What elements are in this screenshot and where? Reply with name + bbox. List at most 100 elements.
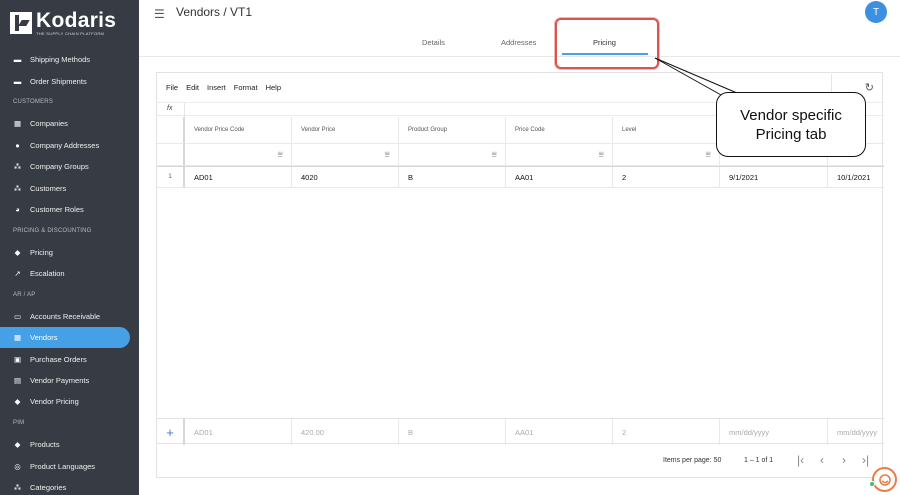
- previous-page-icon[interactable]: ‹: [820, 453, 824, 467]
- sidebar-item-label: Purchase Orders: [30, 354, 87, 364]
- sidebar-item-shipping-methods[interactable]: ▬ Shipping Methods: [0, 49, 139, 70]
- filter-cell[interactable]: ⩸: [613, 144, 720, 166]
- menu-format[interactable]: Format: [234, 83, 258, 92]
- sheet-menubar: File Edit Insert Format Help: [166, 83, 281, 92]
- sidebar-item-vendors[interactable]: ▦ Vendors: [0, 327, 130, 349]
- page-title: Vendors / VT1: [176, 5, 253, 19]
- sidebar-item-customers[interactable]: ⁂ Customers: [0, 177, 139, 198]
- new-row-cell[interactable]: B: [399, 419, 506, 445]
- sidebar-item-vendor-payments[interactable]: ▤ Vendor Payments: [0, 370, 139, 391]
- formula-bar-divider: [184, 103, 185, 117]
- last-page-icon[interactable]: ›|: [862, 453, 869, 467]
- data-cell[interactable]: AD01: [185, 167, 292, 188]
- data-cell[interactable]: 9/1/2021: [720, 167, 828, 188]
- sidebar-nav: ▬ Shipping Methods ▬ Order Shipments CUSTOME…: [0, 49, 139, 495]
- new-row-cell[interactable]: 2: [613, 419, 720, 445]
- sidebar-item-label: Categories: [30, 483, 67, 492]
- data-cell[interactable]: B: [399, 167, 506, 188]
- sidebar-section-label: PRICING & DISCOUNTING: [13, 227, 92, 234]
- table-row[interactable]: 1 AD01 4020 B AA01 2 9/1/2021 10/1/2021: [157, 166, 884, 188]
- data-cell[interactable]: 10/1/2021: [828, 167, 884, 188]
- sidebar-item-product-languages[interactable]: ◎ Product Languages: [0, 455, 139, 476]
- location-pin-icon: ●: [15, 140, 20, 150]
- truck-icon: ▬: [13, 55, 22, 65]
- tag-icon: ◆: [14, 440, 21, 450]
- menu-help[interactable]: Help: [266, 83, 281, 92]
- sidebar-item-company-addresses[interactable]: ● Company Addresses: [0, 135, 139, 156]
- sidebar-item-label: Vendor Pricing: [30, 397, 79, 407]
- filter-icon[interactable]: ⩸: [599, 149, 604, 160]
- filter-cell[interactable]: ⩸: [185, 144, 292, 166]
- sidebar-item-label: Vendors: [30, 333, 58, 343]
- add-row-icon[interactable]: +: [157, 419, 185, 445]
- page-range: 1 – 1 of 1: [744, 457, 774, 464]
- corner-cell: [157, 117, 185, 144]
- new-row-cell[interactable]: AD01: [185, 419, 292, 445]
- column-header[interactable]: Product Group: [399, 117, 506, 144]
- tag-icon: ◆: [14, 247, 21, 257]
- tab-details[interactable]: Details: [422, 38, 445, 47]
- filter-cell[interactable]: ⩸: [506, 144, 613, 166]
- filter-cell[interactable]: ⩸: [399, 144, 506, 166]
- sidebar-item-pricing[interactable]: ◆ Pricing: [0, 242, 139, 263]
- filter-icon[interactable]: ⩸: [706, 149, 711, 160]
- sidebar-item-label: Product Languages: [30, 461, 96, 471]
- sidebar-item-label: Customer Roles: [30, 204, 84, 214]
- data-cell[interactable]: 2: [613, 167, 720, 188]
- menu-insert[interactable]: Insert: [207, 83, 226, 92]
- chat-icon[interactable]: [872, 467, 897, 492]
- new-row-cell[interactable]: mm/dd/yyyy: [828, 419, 884, 445]
- hamburger-menu-icon[interactable]: ☰: [154, 7, 165, 21]
- people-icon: ⁂: [13, 183, 22, 193]
- tag-icon: ◆: [14, 397, 21, 407]
- truck-icon: ▬: [13, 76, 22, 86]
- sidebar-item-accounts-receivable[interactable]: ▭ Accounts Receivable: [0, 306, 139, 327]
- sidebar-item-vendor-pricing[interactable]: ◆ Vendor Pricing: [0, 391, 139, 412]
- sidebar-item-escalation[interactable]: ↗ Escalation: [0, 263, 139, 284]
- column-header[interactable]: Vendor Price Code: [185, 117, 292, 144]
- sidebar-item-label: Vendor Payments: [30, 376, 90, 386]
- sidebar-item-customer-roles[interactable]: ◕ Customer Roles: [0, 199, 139, 220]
- sidebar-item-company-groups[interactable]: ⁂ Company Groups: [0, 156, 139, 177]
- data-cell[interactable]: AA01: [506, 167, 613, 188]
- items-per-page[interactable]: Items per page: 50: [663, 457, 721, 464]
- column-header[interactable]: Vendor Price: [292, 117, 399, 144]
- sidebar-item-label: Order Shipments: [30, 76, 87, 86]
- chat-bubble-icon: [878, 473, 891, 486]
- tab-bar: Details Addresses Pricing: [139, 33, 900, 57]
- filter-icon[interactable]: ⩸: [278, 149, 283, 160]
- online-status-dot: [869, 481, 875, 487]
- menu-edit[interactable]: Edit: [186, 83, 199, 92]
- trending-up-icon: ↗: [14, 269, 21, 279]
- sidebar: Kodaris THE SUPPLY CHAIN PLATFORM ▬ Shipp…: [0, 0, 139, 495]
- sidebar-item-order-shipments[interactable]: ▬ Order Shipments: [0, 70, 139, 91]
- tab-addresses[interactable]: Addresses: [501, 38, 536, 47]
- kodaris-logo[interactable]: Kodaris THE SUPPLY CHAIN PLATFORM: [10, 10, 116, 36]
- credit-card-icon: ▭: [13, 311, 22, 321]
- column-header[interactable]: Price Code: [506, 117, 613, 144]
- brand-tagline: THE SUPPLY CHAIN PLATFORM: [36, 31, 105, 36]
- callout-box: Vendor specific Pricing tab: [716, 92, 866, 157]
- new-row-cell[interactable]: mm/dd/yyyy: [720, 419, 828, 445]
- menu-file[interactable]: File: [166, 83, 178, 92]
- tab-pricing[interactable]: Pricing: [593, 38, 616, 47]
- globe-icon: ◎: [14, 461, 21, 471]
- filter-cell[interactable]: ⩸: [292, 144, 399, 166]
- next-page-icon[interactable]: ›: [842, 453, 846, 467]
- kodaris-logo-mark: [10, 12, 32, 34]
- sidebar-item-label: Customers: [30, 183, 67, 193]
- sidebar-item-purchase-orders[interactable]: ▣ Purchase Orders: [0, 348, 139, 369]
- first-page-icon[interactable]: |‹: [797, 453, 804, 467]
- sidebar-item-companies[interactable]: ▦ Companies: [0, 113, 139, 134]
- sidebar-item-products[interactable]: ◆ Products: [0, 434, 139, 455]
- filter-icon[interactable]: ⩸: [492, 149, 497, 160]
- filter-icon[interactable]: ⩸: [385, 149, 390, 160]
- sidebar-item-categories[interactable]: ⁂ Categories: [0, 477, 139, 495]
- paginator: Items per page: 50 1 – 1 of 1 |‹ ‹ › ›|: [157, 452, 884, 472]
- new-row-cell[interactable]: AA01: [506, 419, 613, 445]
- new-row-cell[interactable]: 420.00: [292, 419, 399, 445]
- store-icon: ▦: [13, 333, 22, 343]
- user-avatar[interactable]: T: [865, 1, 887, 23]
- data-cell[interactable]: 4020: [292, 167, 399, 188]
- column-header[interactable]: Level: [613, 117, 720, 144]
